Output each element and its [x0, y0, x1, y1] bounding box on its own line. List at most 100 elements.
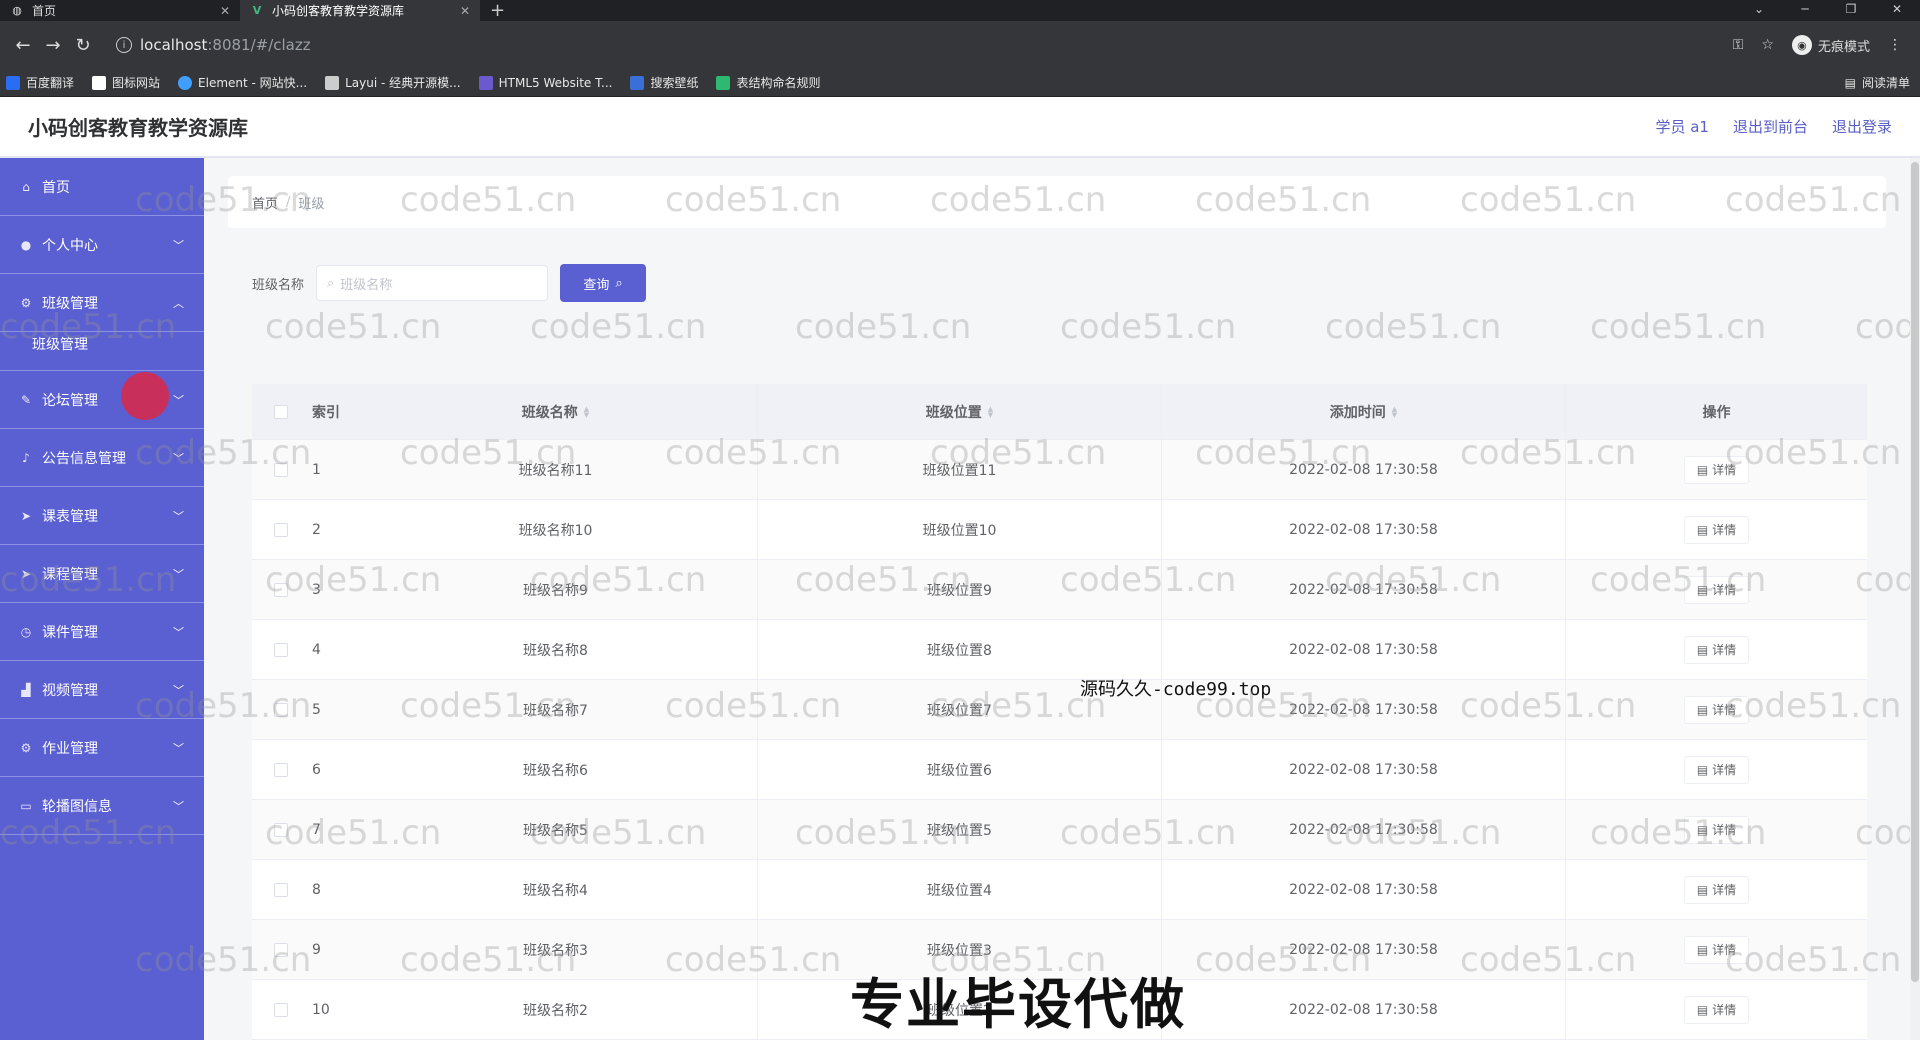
send-icon: ➤: [20, 508, 32, 523]
back-to-front-link[interactable]: 退出到前台: [1733, 116, 1808, 137]
row-checkbox[interactable]: [274, 1002, 288, 1017]
logout-link[interactable]: 退出登录: [1832, 116, 1892, 137]
bookmark-item[interactable]: 搜索壁纸: [630, 74, 698, 91]
row-checkbox[interactable]: [274, 822, 288, 837]
browser-tab-home[interactable]: ◍ 首页 ✕: [0, 0, 240, 21]
more-menu-icon[interactable]: ⋮: [1888, 37, 1902, 53]
document-icon: ▤: [1696, 582, 1709, 597]
chevron-down-icon: ﹀: [173, 509, 184, 523]
reading-list[interactable]: ▤ 阅读清单: [1845, 74, 1910, 91]
url-field[interactable]: i localhost:8081/#/clazz: [108, 30, 1733, 60]
star-icon[interactable]: ☆: [1761, 37, 1774, 53]
back-icon[interactable]: ←: [8, 35, 38, 56]
bookmark-item[interactable]: Layui - 经典开源模...: [325, 74, 461, 91]
sidebar-item-video[interactable]: ▟ 视频管理 ﹀: [0, 661, 204, 719]
header-time[interactable]: 添加时间 ▲ ▼: [1162, 384, 1566, 439]
select-all-checkbox[interactable]: [274, 404, 288, 419]
sidebar-item-courseware[interactable]: ◷ 课件管理 ﹀: [0, 603, 204, 661]
detail-label: 详情: [1712, 463, 1737, 477]
sort-icon[interactable]: ▲ ▼: [584, 405, 589, 418]
chevron-down-icon: ﹀: [173, 238, 184, 252]
detail-button[interactable]: ▤ 详情: [1683, 755, 1750, 784]
detail-button[interactable]: ▤ 详情: [1683, 515, 1750, 544]
tab-close-icon[interactable]: ✕: [220, 4, 230, 18]
row-checkbox[interactable]: [274, 762, 288, 777]
search-input[interactable]: ⌕ 班级名称: [316, 265, 549, 301]
cell-position: 班级位置8: [758, 620, 1162, 679]
breadcrumb-current: 班级: [298, 196, 325, 212]
sidebar-item-schedule[interactable]: ➤ 课表管理 ﹀: [0, 487, 204, 545]
sidebar-item-label: 论坛管理: [42, 392, 98, 409]
app-layout: ⌂ 首页 ● 个人中心 ﹀ ⚙ 班级管理 ︿ 班级管理 ✎ 论坛管理 ﹀ ♪ 公告信息管理 ﹀ ➤…: [0, 158, 1920, 1040]
sidebar-item-carousel[interactable]: ▭ 轮播图信息 ﹀: [0, 777, 204, 835]
row-checkbox[interactable]: [274, 882, 288, 897]
user-icon: ●: [20, 237, 32, 252]
current-user[interactable]: 学员 a1: [1655, 116, 1709, 137]
sort-icon[interactable]: ▲ ▼: [1392, 405, 1397, 418]
sidebar-item-course[interactable]: ➤ 课程管理 ﹀: [0, 545, 204, 603]
sidebar-item-class[interactable]: ⚙ 班级管理 ︿: [0, 274, 204, 332]
row-checkbox[interactable]: [274, 642, 288, 657]
cell-time: 2022-02-08 17:30:58: [1162, 620, 1566, 679]
detail-button[interactable]: ▤ 详情: [1683, 875, 1750, 904]
info-icon[interactable]: i: [116, 37, 132, 53]
header-links: 学员 a1 退出到前台 退出登录: [1655, 116, 1892, 137]
sidebar-item-label: 轮播图信息: [42, 798, 112, 815]
row-checkbox[interactable]: [274, 522, 288, 537]
detail-button[interactable]: ▤ 详情: [1683, 635, 1750, 664]
sidebar-item-forum[interactable]: ✎ 论坛管理 ﹀: [0, 371, 204, 429]
bookmark-favicon-icon: [178, 75, 193, 90]
tab-close-icon[interactable]: ✕: [460, 4, 470, 18]
detail-label: 详情: [1712, 643, 1737, 657]
bookmark-favicon-icon: [325, 75, 340, 90]
sidebar-item-home[interactable]: ⌂ 首页: [0, 158, 204, 216]
row-checkbox[interactable]: [274, 462, 288, 477]
restore-icon[interactable]: ❐: [1828, 0, 1874, 21]
bookmark-label: 表结构命名规则: [736, 76, 821, 90]
cell-index: 2: [312, 521, 321, 538]
bookmark-item[interactable]: 百度翻译: [6, 74, 74, 91]
minimize-icon[interactable]: ─: [1782, 0, 1828, 21]
header-name[interactable]: 班级名称 ▲ ▼: [354, 384, 758, 439]
detail-button[interactable]: ▤ 详情: [1683, 695, 1750, 724]
tab-search-icon[interactable]: ⌄: [1736, 0, 1782, 21]
search-button[interactable]: 查询 ⌕: [560, 264, 647, 302]
cell-index: 3: [312, 581, 321, 598]
sort-icon[interactable]: ▲ ▼: [988, 405, 993, 418]
sidebar-item-notice[interactable]: ♪ 公告信息管理 ﹀: [0, 429, 204, 487]
row-checkbox[interactable]: [274, 582, 288, 597]
key-icon[interactable]: ⚿: [1733, 37, 1744, 53]
sidebar-item-profile[interactable]: ● 个人中心 ﹀: [0, 216, 204, 274]
detail-button[interactable]: ▤ 详情: [1683, 455, 1750, 484]
bookmark-item[interactable]: 表结构命名规则: [716, 74, 820, 91]
incognito-badge[interactable]: ◉ 无痕模式: [1791, 35, 1870, 55]
header-position[interactable]: 班级位置 ▲ ▼: [758, 384, 1162, 439]
edit-icon: ✎: [20, 392, 32, 407]
detail-button[interactable]: ▤ 详情: [1683, 815, 1750, 844]
row-checkbox[interactable]: [274, 702, 288, 717]
detail-button[interactable]: ▤ 详情: [1683, 995, 1750, 1024]
submenu-item-class[interactable]: 班级管理: [32, 332, 204, 358]
close-window-icon[interactable]: ✕: [1874, 0, 1920, 21]
row-checkbox[interactable]: [274, 942, 288, 957]
detail-button[interactable]: ▤ 详情: [1683, 575, 1750, 604]
sidebar: ⌂ 首页 ● 个人中心 ﹀ ⚙ 班级管理 ︿ 班级管理 ✎ 论坛管理 ﹀ ♪ 公告信息管理 ﹀ ➤…: [0, 158, 204, 1040]
breadcrumb-home[interactable]: 首页: [252, 193, 278, 212]
forward-icon[interactable]: →: [38, 35, 68, 56]
bookmark-item[interactable]: HTML5 Website T...: [478, 75, 612, 90]
sidebar-item-label: 课表管理: [42, 508, 98, 525]
new-tab-icon[interactable]: +: [490, 0, 505, 21]
scrollbar-thumb[interactable]: [1911, 162, 1919, 982]
bookmark-item[interactable]: Element - 网站快...: [178, 74, 307, 91]
cell-name: 班级名称7: [354, 680, 758, 739]
cell-position: 班级位置6: [758, 740, 1162, 799]
browser-tab-app[interactable]: V 小码创客教育教学资源库 ✕: [240, 0, 480, 21]
detail-button[interactable]: ▤ 详情: [1683, 935, 1750, 964]
sidebar-item-homework[interactable]: ⚙ 作业管理 ﹀: [0, 719, 204, 777]
page-scrollbar[interactable]: [1910, 158, 1920, 1040]
sidebar-item-label: 作业管理: [42, 740, 98, 757]
document-icon: ▤: [1696, 462, 1709, 477]
reload-icon[interactable]: ↻: [68, 35, 98, 56]
window-controls: ⌄ ─ ❐ ✕: [1736, 0, 1920, 21]
bookmark-item[interactable]: 图标网站: [92, 74, 160, 91]
